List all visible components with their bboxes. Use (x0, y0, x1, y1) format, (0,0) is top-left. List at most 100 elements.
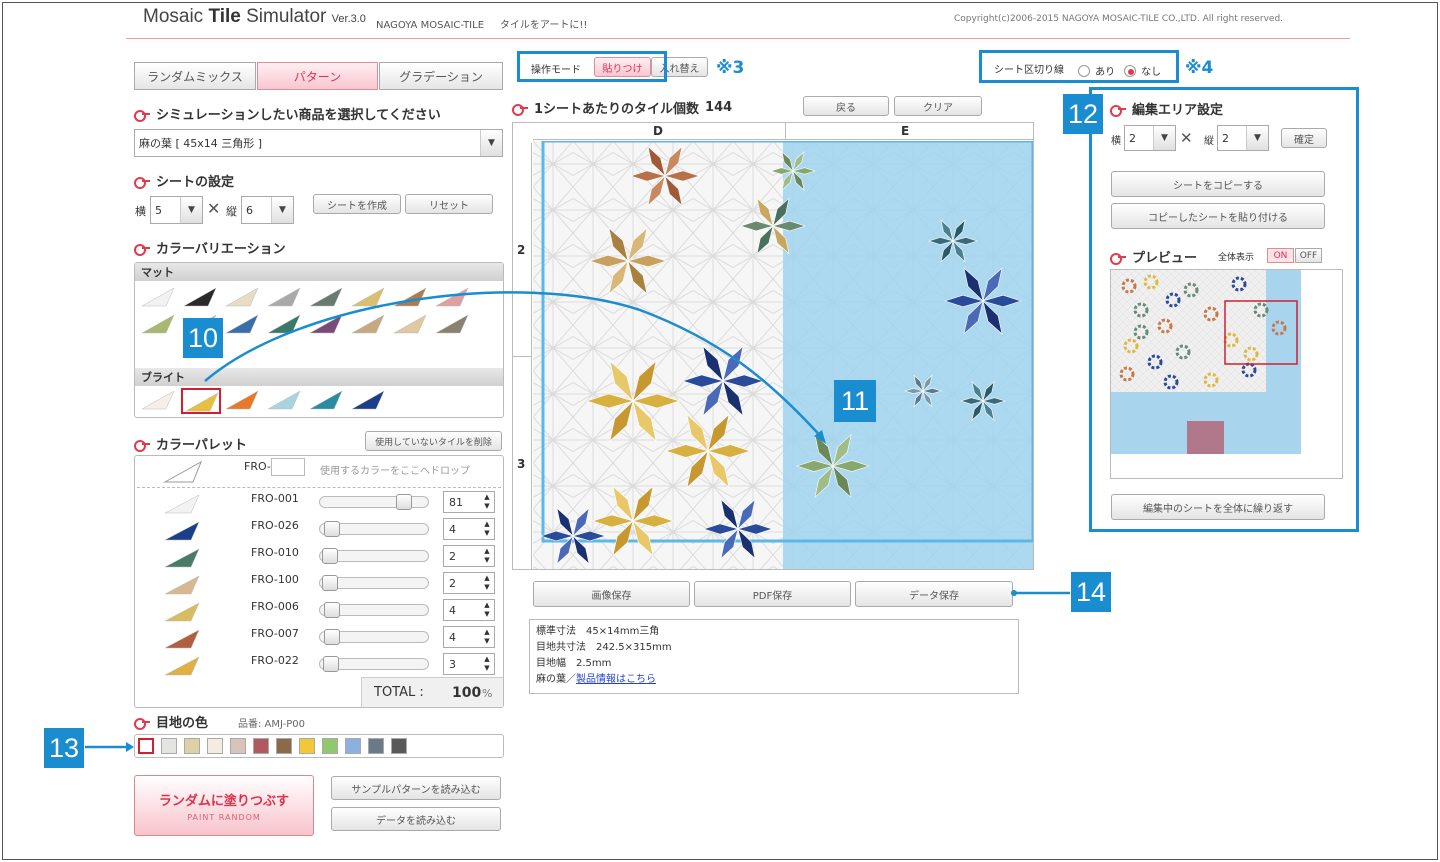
tile-grid[interactable] (533, 141, 1033, 569)
repeat-sheet-button[interactable]: 編集中のシートを全体に繰り返す (1111, 494, 1325, 520)
slider-handle[interactable] (396, 494, 412, 510)
edit-height-select[interactable]: 2 ▼ (1217, 125, 1269, 151)
stepper-icon[interactable]: ▲ ▼ (480, 492, 494, 512)
grout-swatch[interactable] (161, 738, 177, 754)
matte-swatch[interactable] (349, 285, 389, 311)
bright-swatch[interactable] (349, 388, 389, 414)
tab-random-mix[interactable]: ランダムミックス (134, 62, 256, 90)
stepper-icon[interactable]: ▲ ▼ (480, 627, 494, 647)
code-input[interactable] (271, 458, 305, 476)
palette-quantity[interactable]: 4 ▲ ▼ (443, 518, 495, 540)
stepper-icon[interactable]: ▲ ▼ (480, 654, 494, 674)
save-image-button[interactable]: 画像保存 (533, 581, 690, 607)
palette-slider[interactable] (319, 575, 429, 591)
palette-slider[interactable] (319, 602, 429, 618)
sheet-height-select[interactable]: 6 ▼ (241, 196, 294, 224)
load-sample-button[interactable]: サンプルパターンを読み込む (331, 776, 501, 800)
palette-tile-icon[interactable] (163, 520, 203, 542)
matte-swatch[interactable] (433, 312, 473, 338)
slider-handle[interactable] (324, 521, 340, 537)
load-data-button[interactable]: データを読み込む (331, 807, 501, 831)
note-4: ※4 (1185, 58, 1214, 78)
slider-handle[interactable] (324, 602, 340, 618)
product-select[interactable]: 麻の葉 [ 45x14 三角形 ] ▼ (134, 129, 503, 157)
matte-swatch[interactable] (391, 285, 431, 311)
palette-quantity[interactable]: 4 ▲ ▼ (443, 626, 495, 648)
stepper-icon[interactable]: ▲ ▼ (480, 519, 494, 539)
clear-button[interactable]: クリア (894, 96, 982, 116)
tab-pattern[interactable]: パターン (257, 62, 378, 90)
save-data-button[interactable]: データ保存 (855, 581, 1013, 607)
delete-unused-button[interactable]: 使用していないタイルを削除 (365, 431, 502, 451)
palette-slider[interactable] (319, 521, 429, 537)
matte-swatch[interactable] (181, 285, 221, 311)
matte-swatch[interactable] (139, 285, 179, 311)
random-fill-button[interactable]: ランダムに塗りつぶす PAINT RANDOM (134, 775, 314, 836)
stepper-icon[interactable]: ▲ ▼ (480, 573, 494, 593)
grout-swatch[interactable] (138, 738, 154, 754)
palette-tile-icon[interactable] (163, 655, 203, 677)
bright-swatch[interactable] (181, 388, 221, 414)
matte-swatch[interactable] (307, 285, 347, 311)
edit-width-select[interactable]: 2 ▼ (1124, 125, 1176, 151)
confirm-button[interactable]: 確定 (1281, 128, 1327, 148)
stepper-icon[interactable]: ▲ ▼ (480, 546, 494, 566)
full-view-on-button[interactable]: ON (1267, 248, 1294, 263)
grout-swatch[interactable] (253, 738, 269, 754)
palette-slider[interactable] (319, 629, 429, 645)
palette-slider[interactable] (319, 494, 429, 510)
palette-slider[interactable] (319, 656, 429, 672)
preview-image[interactable] (1111, 270, 1301, 454)
palette-tile-icon[interactable] (163, 601, 203, 623)
grout-swatch[interactable] (391, 738, 407, 754)
grout-swatch[interactable] (368, 738, 384, 754)
grout-swatch[interactable] (230, 738, 246, 754)
slider-handle[interactable] (322, 575, 338, 591)
save-pdf-button[interactable]: PDF保存 (694, 581, 851, 607)
create-sheet-button[interactable]: シートを作成 (313, 194, 401, 214)
palette-quantity[interactable]: 4 ▲ ▼ (443, 599, 495, 621)
full-view-off-button[interactable]: OFF (1295, 248, 1322, 263)
bright-swatch[interactable] (139, 388, 179, 414)
matte-swatch[interactable] (223, 312, 263, 338)
palette-quantity[interactable]: 3 ▲ ▼ (443, 653, 495, 675)
product-info-link[interactable]: 製品情報はこちら (576, 674, 656, 685)
palette-quantity[interactable]: 81 ▲ ▼ (443, 491, 495, 513)
matte-swatch[interactable] (307, 312, 347, 338)
matte-swatch[interactable] (265, 312, 305, 338)
slider-handle[interactable] (322, 548, 338, 564)
palette-quantity[interactable]: 2 ▲ ▼ (443, 572, 495, 594)
grout-swatch[interactable] (184, 738, 200, 754)
palette-quantity[interactable]: 2 ▲ ▼ (443, 545, 495, 567)
matte-swatch[interactable] (223, 285, 263, 311)
matte-swatch[interactable] (391, 312, 431, 338)
sheet-width-select[interactable]: 5 ▼ (150, 196, 203, 224)
palette-tile-icon[interactable] (163, 574, 203, 596)
grout-swatch[interactable] (207, 738, 223, 754)
matte-swatch[interactable] (433, 285, 473, 311)
grout-swatch[interactable] (276, 738, 292, 754)
palette-tile-icon[interactable] (163, 493, 203, 515)
matte-swatch[interactable] (265, 285, 305, 311)
copy-sheet-button[interactable]: シートをコピーする (1111, 171, 1325, 197)
tile-canvas[interactable]: D E 2 3 (512, 122, 1034, 570)
palette-tile-icon[interactable] (163, 547, 203, 569)
stepper-icon[interactable]: ▲ ▼ (480, 600, 494, 620)
tab-gradation[interactable]: グラデーション (379, 62, 503, 90)
bright-swatch[interactable] (307, 388, 347, 414)
grout-swatch[interactable] (299, 738, 315, 754)
random-fill-label: ランダムに塗りつぶす (158, 793, 290, 809)
grout-swatch[interactable] (322, 738, 338, 754)
bright-swatch[interactable] (223, 388, 263, 414)
back-button[interactable]: 戻る (803, 96, 889, 116)
palette-tile-icon[interactable] (163, 628, 203, 650)
matte-swatch[interactable] (139, 312, 179, 338)
slider-handle[interactable] (323, 656, 339, 672)
matte-swatch[interactable] (349, 312, 389, 338)
slider-handle[interactable] (324, 629, 340, 645)
grout-swatch[interactable] (345, 738, 361, 754)
bright-swatch[interactable] (265, 388, 305, 414)
paste-sheet-button[interactable]: コピーしたシートを貼り付ける (1111, 203, 1325, 229)
palette-slider[interactable] (319, 548, 429, 564)
reset-button[interactable]: リセット (405, 194, 493, 214)
